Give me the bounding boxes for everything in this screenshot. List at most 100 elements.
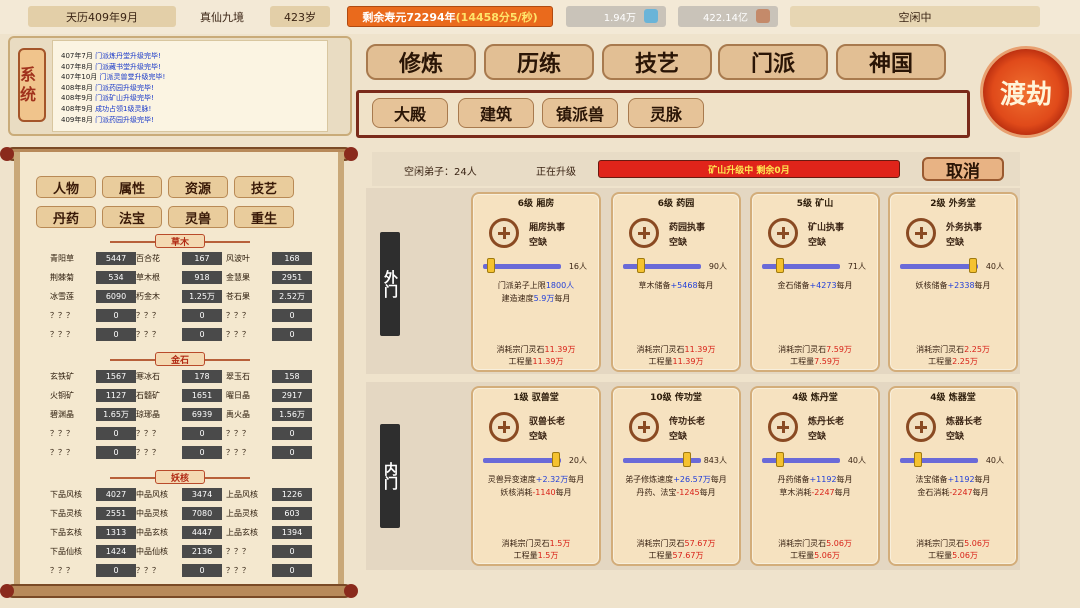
resource-name: 下品仙核 — [50, 547, 82, 556]
resource-value: 0 — [272, 309, 312, 322]
building-card[interactable]: 6级 药园 药园执事 空缺 90人 草木储备+5468每月 消耗宗门灵石11.39万 工程量… — [611, 192, 741, 372]
info-text: 妖核储备 — [915, 281, 948, 290]
allocation-slider-track[interactable] — [762, 458, 840, 463]
workload-label: 工程量 — [648, 551, 673, 560]
vacancy-status: 空缺 — [669, 238, 688, 248]
system-button[interactable]: 系统 — [18, 48, 46, 122]
log-entry: 407年10月 门派灵兽堂升级完毕! — [61, 72, 327, 83]
nav-tab-3[interactable]: 门派 — [718, 44, 828, 80]
assign-add-button[interactable] — [768, 412, 798, 442]
info-value: +1192 — [809, 475, 837, 484]
resource-value: 178 — [182, 370, 222, 383]
resource-value: 0 — [272, 328, 312, 341]
resource-name: 禹火晶 — [226, 410, 250, 419]
log-date: 409年8月 — [61, 115, 93, 124]
resource-value: 0 — [96, 328, 136, 341]
allocation-slider-handle[interactable] — [682, 452, 691, 467]
workload-label: 工程量 — [508, 357, 533, 366]
building-card[interactable]: 6级 厢房 厢房执事 空缺 16人 门派弟子上限1800人 建造速度5.9万每月 消耗宗门灵… — [471, 192, 601, 372]
category-button-1[interactable]: 属性 — [102, 176, 162, 198]
category-button-6[interactable]: 灵兽 — [168, 206, 228, 228]
allocation-slider-handle[interactable] — [486, 258, 495, 273]
resource-value: 1.25万 — [182, 290, 222, 303]
sub-tab-2[interactable]: 镇派兽 — [542, 98, 618, 128]
allocation-slider-track[interactable] — [762, 264, 840, 269]
category-button-0[interactable]: 人物 — [36, 176, 96, 198]
tribulation-button[interactable]: 渡劫 — [980, 46, 1072, 138]
building-card[interactable]: 4级 炼器堂 炼器长老 空缺 40人 法宝储备+1192每月 金石消耗-2247每月 消耗宗… — [888, 386, 1018, 566]
cancel-upgrade-button[interactable]: 取消 — [922, 157, 1004, 182]
resource-name: 荆棘菊 — [50, 273, 74, 282]
assigned-count: 90人 — [708, 262, 727, 271]
log-text: 门派矿山升级完毕! — [95, 94, 154, 103]
tribulation-label: 渡劫 — [999, 79, 1052, 110]
lifespan-bar: 剩余寿元72294年 (14458分5/秒) — [347, 6, 553, 27]
sub-tab-1[interactable]: 建筑 — [458, 98, 534, 128]
resource-value: 1.56万 — [272, 408, 312, 421]
allocation-slider-handle[interactable] — [968, 258, 977, 273]
resource-value: 6090 — [96, 290, 136, 303]
info-text: 每月 — [554, 294, 571, 303]
building-card[interactable]: 4级 炼丹堂 炼丹长老 空缺 40人 丹药储备+1192每月 草木消耗-2247每月 消耗宗… — [750, 386, 880, 566]
allocation-slider-track[interactable] — [623, 264, 701, 269]
resource-name: 翠玉石 — [226, 372, 250, 381]
info-text: 每月 — [568, 475, 585, 484]
building-title: 2级 外务堂 — [930, 199, 976, 209]
allocation-slider-track[interactable] — [483, 458, 561, 463]
building-card[interactable]: 1级 驭兽堂 驭兽长老 空缺 20人 灵兽异变速度+2.32万每月 妖核消耗-1140每月… — [471, 386, 601, 566]
category-button-7[interactable]: 重生 — [234, 206, 294, 228]
cost-line: 消耗宗门灵石11.39万 — [613, 344, 739, 355]
allocation-slider-handle[interactable] — [776, 452, 784, 467]
sub-tab-0[interactable]: 大殿 — [372, 98, 448, 128]
event-log[interactable]: 407年7月 门派炼丹堂升级完毕! 407年8月 门派藏书堂升级完毕! 407年10… — [52, 40, 328, 132]
resource-value: 0 — [272, 545, 312, 558]
nav-tab-1[interactable]: 历练 — [484, 44, 594, 80]
allocation-slider-handle[interactable] — [551, 452, 560, 467]
assign-add-button[interactable] — [489, 218, 519, 248]
cost-label: 消耗宗门灵石 — [636, 539, 685, 548]
building-card[interactable]: 2级 外务堂 外务执事 空缺 40人 妖核储备+2338每月 消耗宗门灵石2.25万 工程量… — [888, 192, 1018, 372]
building-card[interactable]: 5级 矿山 矿山执事 空缺 71人 金石储备+4273每月 消耗宗门灵石7.59万 工程量7… — [750, 192, 880, 372]
info-text: 金石储备 — [777, 281, 810, 290]
allocation-slider-handle[interactable] — [776, 258, 784, 273]
allocation-slider-track[interactable] — [483, 264, 561, 269]
category-button-2[interactable]: 资源 — [168, 176, 228, 198]
lifespan-rate: (14458分5/秒) — [455, 10, 538, 24]
resource-name: 曜日晶 — [226, 391, 250, 400]
info-value: +5468 — [670, 281, 698, 290]
info-text: 丹药储备 — [777, 475, 810, 484]
resource-value: 4027 — [96, 488, 136, 501]
output-line-1: 丹药储备+1192每月 — [752, 474, 878, 485]
assign-add-button[interactable] — [906, 218, 936, 248]
assign-add-button[interactable] — [629, 218, 659, 248]
resource-scroll[interactable]: 人物 属性 资源 技艺 丹药 法宝 灵兽 重生 草木 青阳草 5447 百合花 167 风波叶 168 荆棘菊… — [14, 152, 344, 590]
resource-name: ？？？ — [226, 547, 250, 556]
system-label: 系统 — [20, 65, 37, 104]
assign-add-button[interactable] — [768, 218, 798, 248]
output-line-1: 妖核储备+2338每月 — [890, 280, 1016, 291]
allocation-slider-handle[interactable] — [914, 452, 922, 467]
assign-add-button[interactable] — [489, 412, 519, 442]
allocation-slider-handle[interactable] — [637, 258, 645, 273]
allocation-slider-track[interactable] — [900, 458, 978, 463]
log-text: 门派炼丹堂升级完毕! — [95, 52, 161, 60]
category-button-3[interactable]: 技艺 — [234, 176, 294, 198]
nav-tab-2[interactable]: 技艺 — [602, 44, 712, 80]
nav-tab-0[interactable]: 修炼 — [366, 44, 476, 80]
sub-tab-3[interactable]: 灵脉 — [628, 98, 704, 128]
building-title: 6级 药园 — [657, 199, 695, 209]
resource-name: ？？？ — [226, 311, 250, 320]
building-card[interactable]: 10级 传功堂 传功长老 空缺 843人 弟子修炼速度+26.57万每月 丹药、法宝-12… — [611, 386, 741, 566]
resource-value: 1424 — [96, 545, 136, 558]
assigned-count: 40人 — [847, 456, 866, 465]
assign-add-button[interactable] — [629, 412, 659, 442]
allocation-slider-track[interactable] — [900, 264, 978, 269]
resource-name: 中品灵核 — [136, 509, 168, 518]
category-button-4[interactable]: 丹药 — [36, 206, 96, 228]
cost-line: 消耗宗门灵石2.25万 — [890, 344, 1016, 355]
resource-name: 火铜矿 — [50, 391, 74, 400]
category-button-5[interactable]: 法宝 — [102, 206, 162, 228]
assign-add-button[interactable] — [906, 412, 936, 442]
nav-tab-4[interactable]: 神国 — [836, 44, 946, 80]
info-text: 每月 — [836, 281, 853, 290]
